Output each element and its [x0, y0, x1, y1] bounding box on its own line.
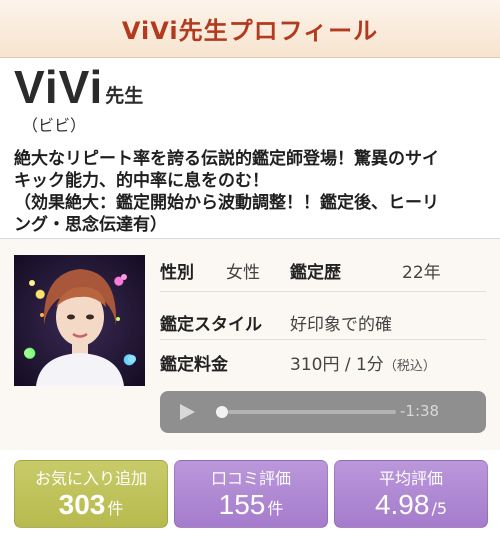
stats-section: お気に入り追加 303 件 口コミ評価 155 件 平均評価 4.98/5: [0, 450, 500, 540]
style-value: 好印象で的確: [290, 315, 392, 335]
page-header: ViVi先生プロフィール: [0, 0, 500, 58]
catch-line: （効果絶大：鑑定開始から波動調整！！鑑定後、ヒーリ: [14, 193, 439, 213]
review-count: 155 件: [175, 490, 327, 524]
add-favorite-button[interactable]: お気に入り追加 303 件: [14, 460, 168, 528]
name-suffix: 先生: [105, 85, 144, 107]
average-unit: /5: [431, 499, 448, 518]
page-title: ViVi先生プロフィール: [121, 17, 379, 45]
name-reading: （ビビ）: [22, 116, 87, 135]
profile-photo: [14, 255, 145, 386]
favorite-label: お気に入り追加: [34, 469, 147, 488]
gender-label: 性別: [160, 263, 194, 283]
fee-amount: 310円 / 1分: [290, 355, 384, 375]
career-value: 22年: [402, 263, 441, 283]
gender-value: 女性: [226, 263, 260, 283]
fortune-teller-name: ViVi 先生: [14, 64, 143, 110]
reviews-button[interactable]: 口コミ評価 155 件: [174, 460, 328, 528]
favorite-number: 303: [58, 489, 106, 520]
favorite-count: 303 件: [15, 490, 167, 524]
average-score: 4.98/5: [335, 490, 487, 524]
profile-info-section: 性別 女性 鑑定歴 22年 鑑定スタイル 好印象で的確 鑑定料金 310円 / …: [0, 239, 500, 450]
info-divider: [160, 291, 486, 292]
info-divider: [160, 339, 486, 340]
career-label: 鑑定歴: [290, 263, 341, 283]
fee-label: 鑑定料金: [160, 355, 228, 375]
average-label: 平均評価: [378, 469, 443, 488]
progress-track[interactable]: [228, 410, 396, 414]
catch-line: ング・思念伝達有）: [14, 215, 167, 235]
average-rating-button[interactable]: 平均評価 4.98/5: [334, 460, 488, 528]
review-unit: 件: [267, 499, 284, 518]
progress-knob[interactable]: [216, 406, 228, 418]
review-label: 口コミ評価: [210, 469, 291, 488]
average-number: 4.98: [374, 489, 430, 520]
review-number: 155: [218, 489, 266, 520]
audio-player[interactable]: -1:38: [160, 391, 486, 433]
fee-tax-note: （税込）: [383, 359, 436, 374]
favorite-unit: 件: [107, 499, 124, 518]
name-text: ViVi: [14, 61, 104, 113]
play-icon[interactable]: [180, 404, 195, 420]
catch-copy: 絶大なリピート率を誇る伝説的鑑定師登場！驚異のサイ キック能力、的中率に息をのむ…: [14, 148, 490, 236]
catch-line: 絶大なリピート率を誇る伝説的鑑定師登場！驚異のサイ: [14, 149, 439, 169]
fee-value: 310円 / 1分（税込）: [290, 350, 436, 375]
remaining-time: -1:38: [400, 402, 440, 420]
style-label: 鑑定スタイル: [160, 315, 262, 335]
catch-line: キック能力、的中率に息をのむ！: [14, 171, 269, 191]
portrait-illustration: [24, 269, 136, 386]
